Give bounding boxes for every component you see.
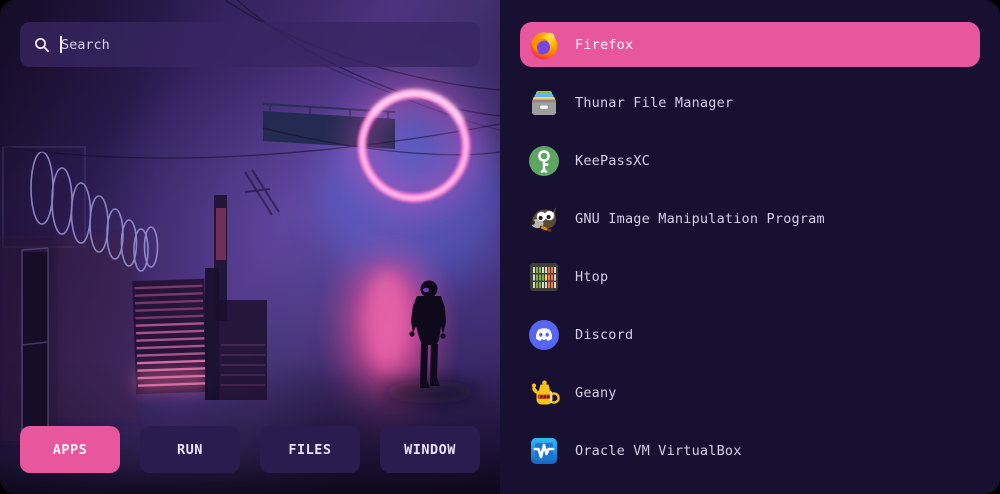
tab-apps[interactable]: APPS bbox=[20, 426, 120, 473]
app-label: GNU Image Manipulation Program bbox=[575, 211, 825, 227]
app-label: Oracle VM VirtualBox bbox=[575, 443, 742, 459]
text-caret bbox=[60, 36, 62, 53]
app-row-htop[interactable]: Htop bbox=[520, 254, 980, 299]
mode-tabs: APPS RUN FILES WINDOW bbox=[20, 426, 480, 473]
app-label: Geany bbox=[575, 385, 617, 401]
app-label: KeePassXC bbox=[575, 153, 650, 169]
app-row-thunar[interactable]: Thunar File Manager bbox=[520, 80, 980, 125]
app-row-virtualbox[interactable]: Oracle VM VirtualBox bbox=[520, 428, 980, 473]
neon-alley-wallpaper bbox=[0, 0, 500, 494]
app-label: Firefox bbox=[575, 37, 633, 53]
app-label: Htop bbox=[575, 269, 608, 285]
app-label: Discord bbox=[575, 327, 633, 343]
search-input[interactable] bbox=[59, 36, 468, 54]
thunar-icon bbox=[528, 87, 560, 119]
firefox-icon bbox=[528, 29, 560, 61]
app-row-keepassxc[interactable]: KeePassXC bbox=[520, 138, 980, 183]
htop-icon bbox=[528, 261, 560, 293]
keepassxc-icon bbox=[528, 145, 560, 177]
search-bar bbox=[20, 22, 480, 67]
app-list: Firefox Thunar File Manager bbox=[500, 0, 1000, 494]
gimp-icon bbox=[528, 203, 560, 235]
virtualbox-icon bbox=[528, 435, 560, 467]
app-row-firefox[interactable]: Firefox bbox=[520, 22, 980, 67]
tab-files[interactable]: FILES bbox=[260, 426, 360, 473]
app-row-geany[interactable]: Geany bbox=[520, 370, 980, 415]
app-label: Thunar File Manager bbox=[575, 95, 733, 111]
tab-run[interactable]: RUN bbox=[140, 426, 240, 473]
discord-icon bbox=[528, 319, 560, 351]
geany-icon bbox=[528, 377, 560, 409]
left-panel: APPS RUN FILES WINDOW bbox=[0, 0, 500, 494]
tab-window[interactable]: WINDOW bbox=[380, 426, 480, 473]
search-icon bbox=[34, 37, 50, 53]
app-row-discord[interactable]: Discord bbox=[520, 312, 980, 357]
app-row-gimp[interactable]: GNU Image Manipulation Program bbox=[520, 196, 980, 241]
launcher-window: APPS RUN FILES WINDOW bbox=[0, 0, 1000, 494]
